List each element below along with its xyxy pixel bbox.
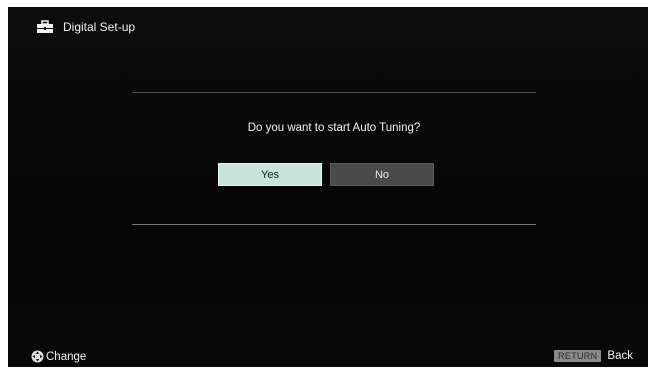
change-label: Change: [46, 350, 87, 363]
page-title: Digital Set-up: [63, 20, 136, 34]
return-key-badge: RETURN: [554, 350, 602, 362]
dpad-icon: [31, 350, 44, 363]
back-label: Back: [607, 350, 633, 362]
back-hint[interactable]: RETURN Back: [554, 350, 633, 362]
change-hint: Change: [31, 350, 86, 363]
tv-screen: Digital Set-up Do you want to start Auto…: [8, 7, 648, 367]
dialog-bottom-divider: [132, 224, 536, 225]
dialog-top-divider: [132, 92, 536, 93]
yes-button[interactable]: Yes: [218, 163, 322, 186]
header: Digital Set-up: [36, 18, 135, 36]
toolbox-icon: [36, 20, 54, 34]
no-button[interactable]: No: [330, 163, 434, 186]
dialog-question: Do you want to start Auto Tuning?: [247, 122, 421, 134]
